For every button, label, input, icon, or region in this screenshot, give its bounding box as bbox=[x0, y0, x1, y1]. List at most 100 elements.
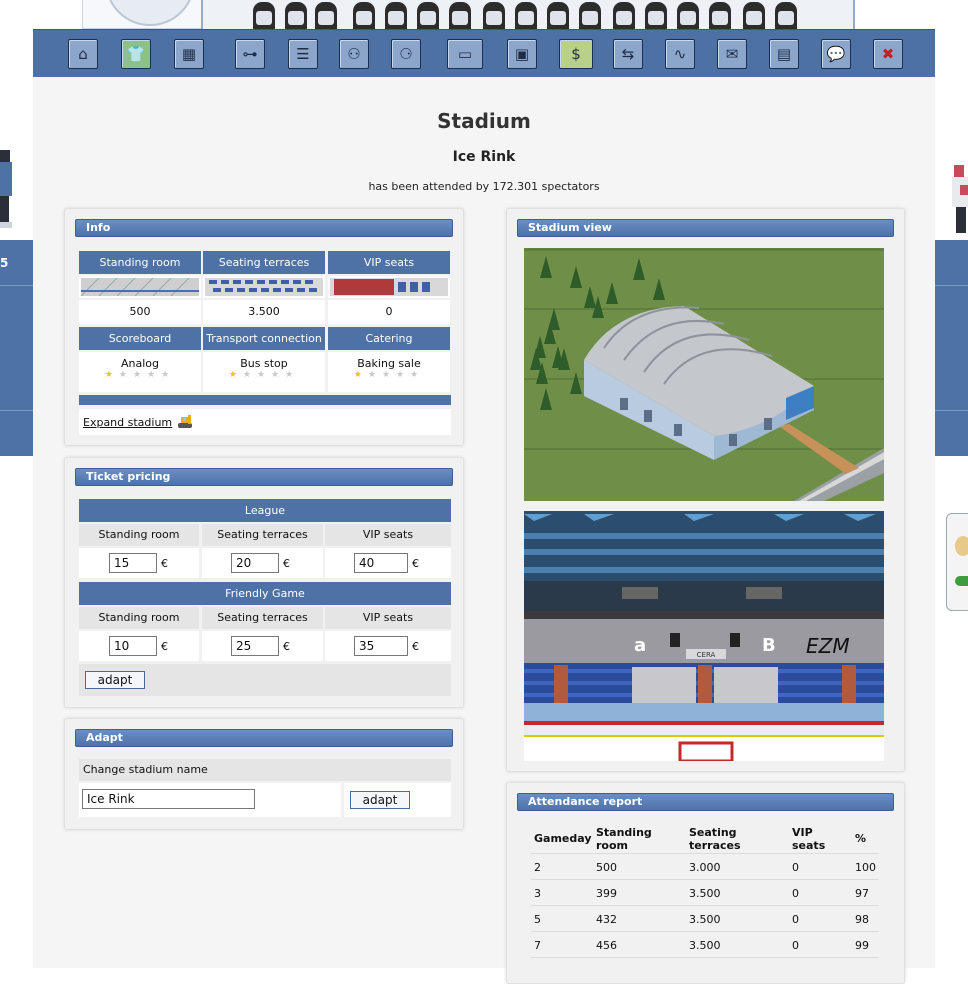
seating-cell: 3.500 bbox=[689, 939, 721, 952]
scoreboard-value: Analog bbox=[120, 357, 159, 370]
scoreboard-cell: Analog ★★★★★ bbox=[79, 352, 201, 392]
friendly-vip-label: VIP seats bbox=[325, 607, 451, 629]
percent-column-header: % bbox=[855, 832, 867, 845]
change-stadium-name-label: Change stadium name bbox=[79, 759, 451, 781]
transport-cell: Bus stop ★★★★★ bbox=[203, 352, 325, 392]
jersey-icon[interactable]: 👕 bbox=[121, 39, 151, 69]
team-banner bbox=[33, 0, 935, 29]
transport-value: Bus stop bbox=[240, 357, 288, 370]
stadium-name-input[interactable]: Ice Rink bbox=[82, 789, 255, 809]
catering-cell: Baking sale ★★★★★ bbox=[328, 352, 450, 392]
adapt-panel: Adapt Change stadium name Ice Rink adapt bbox=[64, 718, 464, 830]
gameday-cell: 3 bbox=[534, 887, 541, 900]
transport-connection-header: Transport connection bbox=[203, 327, 325, 350]
seating-terraces-capacity: 3.500 bbox=[203, 300, 325, 324]
vip-seats-capacity: 0 bbox=[328, 300, 450, 324]
building-icon[interactable]: ▣ bbox=[507, 39, 537, 69]
ice-rink-icon[interactable]: ▭ bbox=[447, 39, 483, 69]
league-vip-label: VIP seats bbox=[325, 524, 451, 546]
seating-terraces-thumbnail bbox=[203, 276, 325, 298]
percent-cell: 98 bbox=[855, 913, 869, 926]
team-photo-strip bbox=[201, 0, 855, 29]
side-divider bbox=[0, 285, 33, 286]
friendly-standing-label: Standing room bbox=[79, 607, 199, 629]
friendly-seating-price-input[interactable]: 25 bbox=[231, 636, 279, 656]
lineup-icon[interactable]: ▦ bbox=[174, 39, 204, 69]
side-number: 5 bbox=[0, 256, 9, 270]
expand-stadium-link[interactable]: Expand stadium bbox=[83, 416, 172, 429]
adapt-prices-button[interactable]: adapt bbox=[85, 671, 145, 689]
club-crest bbox=[82, 0, 216, 29]
info-panel: Info Standing room Seating terraces VIP … bbox=[64, 208, 464, 446]
page-container: ⌂ 👕 ▦ ⊶ ☰ ⚇ ⚆ ▭ ▣ $ ⇆ ∿ ✉ ▤ 💬 ✖ Stadium … bbox=[33, 0, 935, 984]
side-band-left bbox=[0, 240, 33, 456]
info-panel-title: Info bbox=[75, 219, 453, 237]
interior-sign-text: CERA bbox=[697, 651, 716, 659]
hockey-player-right-image bbox=[952, 165, 968, 233]
vip-seats-column-header: VIP seats bbox=[792, 826, 826, 852]
finance-icon[interactable]: $ bbox=[559, 39, 593, 69]
stadium-interior-image: a CERA B EZM bbox=[524, 511, 884, 761]
catering-rating: ★★★★★ bbox=[353, 370, 425, 380]
ticket-pricing-panel: Ticket pricing League Standing room Seat… bbox=[64, 457, 464, 708]
percent-cell: 100 bbox=[855, 861, 876, 874]
league-standing-label: Standing room bbox=[79, 524, 199, 546]
stadium-name-heading: Ice Rink bbox=[452, 149, 516, 165]
league-seating-price-input[interactable]: 20 bbox=[231, 553, 279, 573]
league-seating-label: Seating terraces bbox=[202, 524, 323, 546]
row-divider bbox=[531, 879, 879, 880]
side-band-right bbox=[935, 240, 968, 456]
green-badge bbox=[955, 576, 968, 586]
transport-rating: ★★★★★ bbox=[228, 370, 300, 380]
league-standing-price-input[interactable]: 15 bbox=[109, 553, 157, 573]
scoreboard-rating: ★★★★★ bbox=[104, 370, 176, 380]
percent-cell: 99 bbox=[855, 939, 869, 952]
match-vs-icon[interactable]: ⚇ bbox=[339, 39, 369, 69]
friendly-vip-price-input[interactable]: 35 bbox=[354, 636, 408, 656]
adapt-panel-title: Adapt bbox=[75, 729, 453, 747]
adapt-name-button[interactable]: adapt bbox=[350, 791, 410, 809]
row-divider bbox=[531, 853, 879, 854]
bulldozer-icon[interactable] bbox=[176, 414, 194, 430]
seating-cell: 3.500 bbox=[689, 913, 721, 926]
avatar bbox=[955, 536, 968, 556]
news-icon[interactable]: ▤ bbox=[769, 39, 799, 69]
vip-seats-thumbnail bbox=[328, 276, 450, 298]
seating-cell: 3.500 bbox=[689, 887, 721, 900]
medals-icon[interactable]: ⚆ bbox=[391, 39, 421, 69]
ticket-pricing-title: Ticket pricing bbox=[75, 468, 453, 486]
side-divider bbox=[935, 285, 968, 286]
gameday-cell: 7 bbox=[534, 939, 541, 952]
stadium-view-title: Stadium view bbox=[517, 219, 894, 237]
logout-icon[interactable]: ✖ bbox=[873, 39, 903, 69]
gameday-cell: 2 bbox=[534, 861, 541, 874]
scoreboard-header: Scoreboard bbox=[79, 327, 201, 350]
league-vip-price-input[interactable]: 40 bbox=[354, 553, 408, 573]
attendance-summary: has been attended by 172.301 spectators bbox=[368, 180, 600, 193]
vip-cell: 0 bbox=[792, 939, 799, 952]
training-icon[interactable]: ⊶ bbox=[235, 39, 265, 69]
home-icon[interactable]: ⌂ bbox=[68, 39, 98, 69]
side-widget-card[interactable] bbox=[946, 513, 968, 611]
list-icon[interactable]: ☰ bbox=[288, 39, 318, 69]
side-divider bbox=[0, 410, 33, 411]
currency-label: € bbox=[412, 640, 419, 653]
seating-terraces-column-header: Seating terraces bbox=[689, 826, 741, 852]
standing-room-column-header: Standing room bbox=[596, 826, 652, 852]
friendly-standing-price-input[interactable]: 10 bbox=[109, 636, 157, 656]
vip-cell: 0 bbox=[792, 861, 799, 874]
hockey-player-left-image bbox=[0, 150, 12, 228]
chat-icon[interactable]: 💬 bbox=[821, 39, 851, 69]
standing-room-capacity: 500 bbox=[79, 300, 201, 324]
gameday-cell: 5 bbox=[534, 913, 541, 926]
percent-cell: 97 bbox=[855, 887, 869, 900]
standing-room-header: Standing room bbox=[79, 251, 201, 274]
friendly-seating-label: Seating terraces bbox=[202, 607, 323, 629]
league-header: League bbox=[79, 499, 451, 522]
stadium-exterior-image bbox=[524, 248, 884, 501]
stats-icon[interactable]: ∿ bbox=[665, 39, 695, 69]
svg-text:a: a bbox=[634, 635, 646, 656]
standing-cell: 399 bbox=[596, 887, 617, 900]
mail-icon[interactable]: ✉ bbox=[717, 39, 747, 69]
transfer-icon[interactable]: ⇆ bbox=[613, 39, 643, 69]
